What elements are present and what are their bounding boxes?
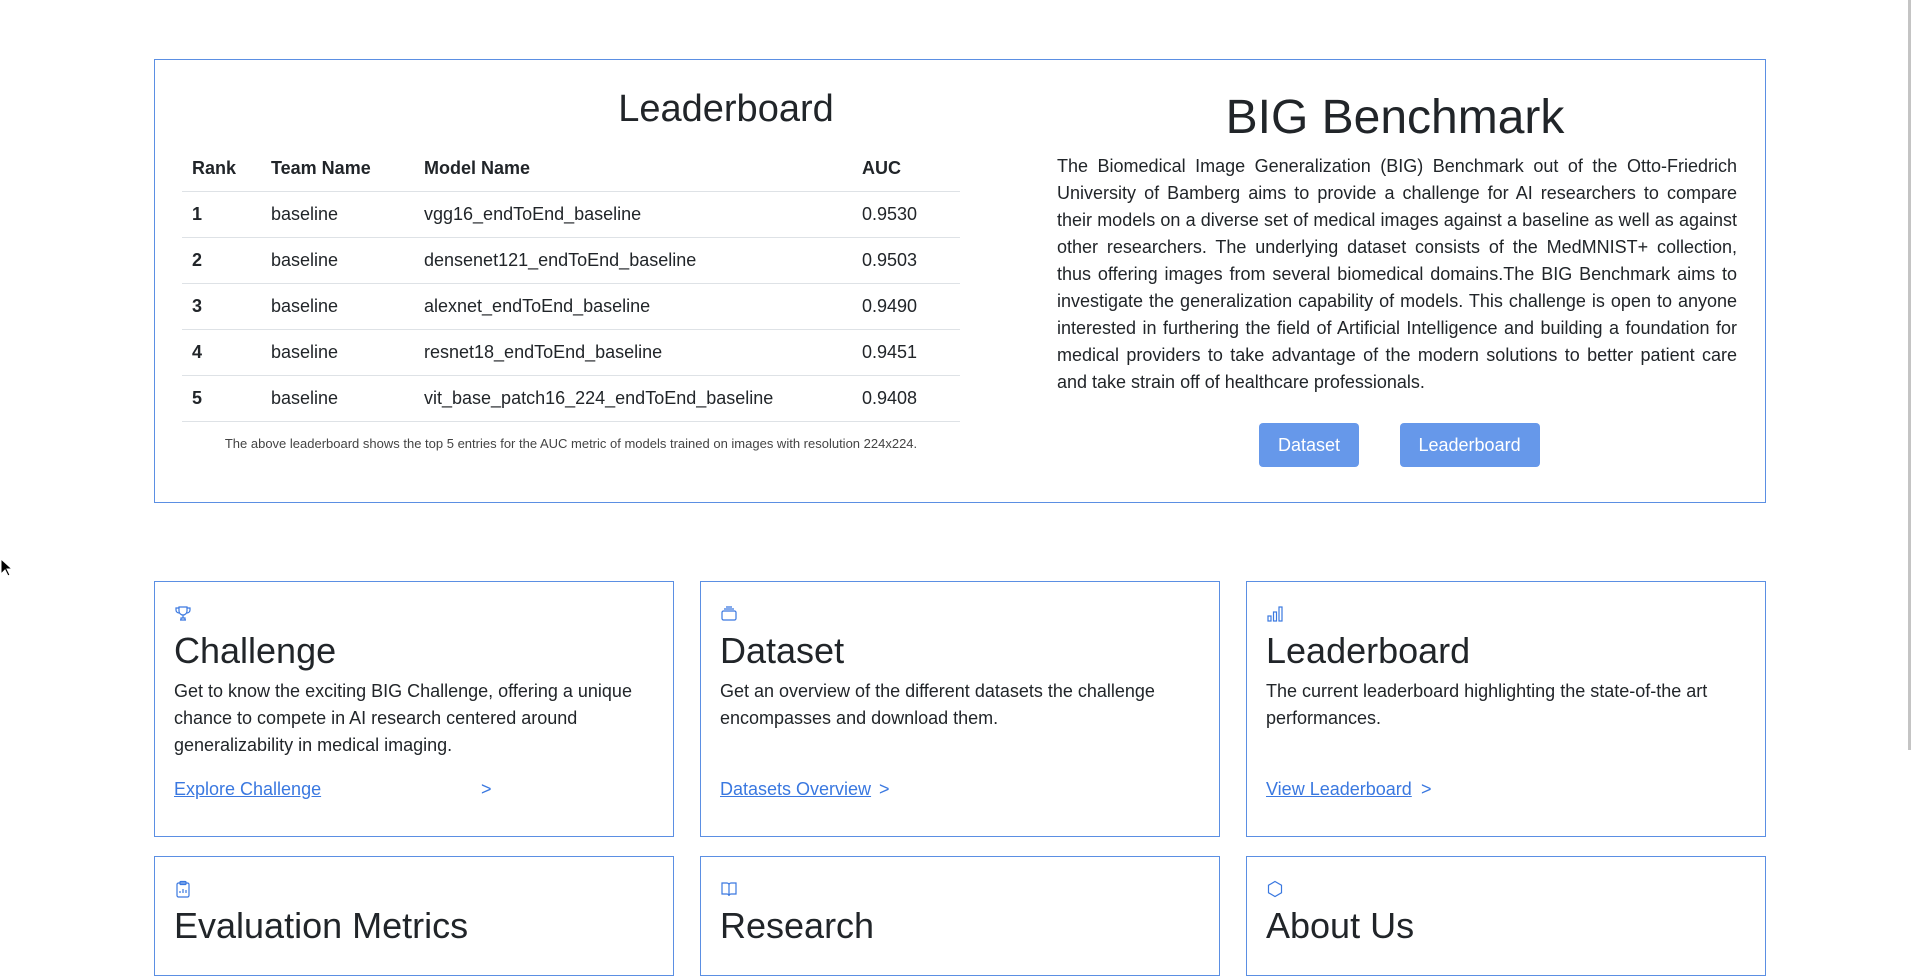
column-header-model: Model Name <box>414 145 852 192</box>
table-row: 1 baseline vgg16_endToEnd_baseline 0.953… <box>182 191 960 238</box>
auc-cell: 0.9490 <box>852 283 960 330</box>
dataset-button[interactable]: Dataset <box>1259 423 1360 467</box>
hero-panel: Leaderboard Rank Team Name Model Name AU… <box>154 59 1766 503</box>
leaderboard-note: The above leaderboard shows the top 5 en… <box>224 436 918 451</box>
team-cell: baseline <box>261 237 414 284</box>
team-cell: baseline <box>261 375 414 422</box>
team-cell: baseline <box>261 329 414 376</box>
chevron-right-icon: > <box>879 779 890 799</box>
auc-cell: 0.9503 <box>852 237 960 284</box>
team-cell: baseline <box>261 191 414 238</box>
rank-cell: 4 <box>182 329 261 376</box>
leaderboard-table-container: Rank Team Name Model Name AUC 1 baseline… <box>182 145 960 422</box>
card-leaderboard: Leaderboard The current leaderboard high… <box>1246 581 1766 837</box>
rank-cell: 3 <box>182 283 261 330</box>
column-header-auc: AUC <box>852 145 960 192</box>
auc-cell: 0.9530 <box>852 191 960 238</box>
card-title: Evaluation Metrics <box>174 905 469 946</box>
model-cell: vgg16_endToEnd_baseline <box>414 191 852 238</box>
card-research: Research <box>700 856 1220 976</box>
leaderboard-button[interactable]: Leaderboard <box>1399 423 1540 467</box>
card-title: Leaderboard <box>1266 630 1471 671</box>
column-header-rank: Rank <box>182 145 261 192</box>
benchmark-title: BIG Benchmark <box>1225 91 1565 144</box>
rank-cell: 5 <box>182 375 261 422</box>
rank-cell: 2 <box>182 237 261 284</box>
card-challenge: Challenge Get to know the exciting BIG C… <box>154 581 674 837</box>
bar-chart-icon <box>1267 606 1283 622</box>
card-about-us: About Us <box>1246 856 1766 976</box>
leaderboard-table: Rank Team Name Model Name AUC 1 baseline… <box>182 145 960 422</box>
table-row: 3 baseline alexnet_endToEnd_baseline 0.9… <box>182 283 960 330</box>
benchmark-description: The Biomedical Image Generalization (BIG… <box>1057 156 1737 392</box>
table-row: 4 baseline resnet18_endToEnd_baseline 0.… <box>182 329 960 376</box>
team-cell: baseline <box>261 283 414 330</box>
clipboard-icon <box>176 880 190 898</box>
table-row: 2 baseline densenet121_endToEnd_baseline… <box>182 237 960 284</box>
model-cell: vit_base_patch16_224_endToEnd_baseline <box>414 375 852 422</box>
rank-cell: 1 <box>182 191 261 238</box>
card-title: Challenge <box>174 630 337 671</box>
card-title: Dataset <box>720 630 845 671</box>
card-evaluation-metrics: Evaluation Metrics <box>154 856 674 976</box>
card-title: Research <box>720 905 875 946</box>
auc-cell: 0.9451 <box>852 329 960 376</box>
view-leaderboard-link[interactable]: View Leaderboard <box>1266 779 1412 800</box>
mouse-cursor-icon <box>0 558 14 577</box>
hero-button-group: Dataset Leaderboard <box>1259 423 1576 467</box>
table-header-row: Rank Team Name Model Name AUC <box>182 145 960 192</box>
book-icon <box>721 882 737 897</box>
model-cell: resnet18_endToEnd_baseline <box>414 329 852 376</box>
chevron-right-icon: > <box>1421 779 1432 799</box>
auc-cell: 0.9408 <box>852 375 960 422</box>
card-text: The current leaderboard highlighting the… <box>1266 681 1708 728</box>
model-cell: alexnet_endToEnd_baseline <box>414 283 852 330</box>
trophy-icon <box>175 606 191 621</box>
datasets-overview-link[interactable]: Datasets Overview <box>720 779 871 800</box>
database-icon <box>721 606 737 621</box>
scrollbar-thumb[interactable] <box>1908 0 1911 750</box>
card-text: Get to know the exciting BIG Challenge, … <box>174 681 632 755</box>
model-cell: densenet121_endToEnd_baseline <box>414 237 852 284</box>
hexagon-icon <box>1267 880 1283 898</box>
explore-challenge-link[interactable]: Explore Challenge <box>174 779 321 800</box>
card-dataset: Dataset Get an overview of the different… <box>700 581 1220 837</box>
table-row: 5 baseline vit_base_patch16_224_endToEnd… <box>182 375 960 422</box>
chevron-right-icon: > <box>481 779 492 799</box>
card-text: Get an overview of the different dataset… <box>720 681 1155 728</box>
card-title: About Us <box>1266 905 1415 946</box>
column-header-team: Team Name <box>261 145 414 192</box>
